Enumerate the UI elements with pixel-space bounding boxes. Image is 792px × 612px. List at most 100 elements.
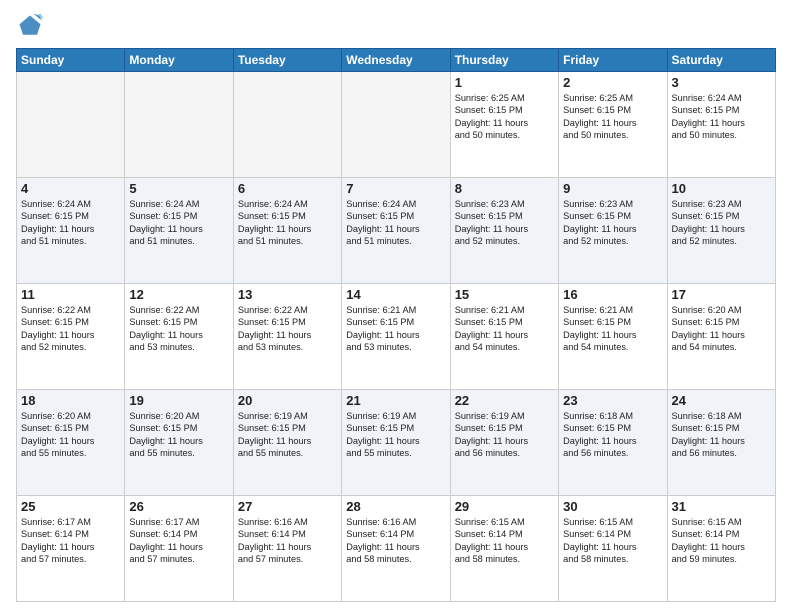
- calendar-day-header: Friday: [559, 49, 667, 72]
- cell-details: Sunrise: 6:15 AMSunset: 6:14 PMDaylight:…: [455, 516, 554, 566]
- calendar-cell: 27 Sunrise: 6:16 AMSunset: 6:14 PMDayligh…: [233, 496, 341, 602]
- calendar-cell: 26Sunrise: 6:17 AMSunset: 6:14 PMDayligh…: [125, 496, 233, 602]
- calendar-cell: 17 Sunrise: 6:20 AMSunset: 6:15 PMDayligh…: [667, 284, 775, 390]
- day-number: 25: [21, 499, 120, 514]
- calendar-day-header: Thursday: [450, 49, 558, 72]
- calendar-day-header: Saturday: [667, 49, 775, 72]
- day-number: 3: [672, 75, 771, 90]
- calendar-cell: 10 Sunrise: 6:23 AMSunset: 6:15 PMDayligh…: [667, 178, 775, 284]
- calendar-cell: 31 Sunrise: 6:15 AMSunset: 6:14 PMDayligh…: [667, 496, 775, 602]
- calendar-cell: [342, 72, 450, 178]
- calendar-cell: 9 Sunrise: 6:23 AMSunset: 6:15 PMDaylight…: [559, 178, 667, 284]
- day-number: 10: [672, 181, 771, 196]
- calendar-day-header: Wednesday: [342, 49, 450, 72]
- cell-details: Sunrise: 6:21 AMSunset: 6:15 PMDaylight:…: [455, 304, 554, 354]
- calendar-cell: 29 Sunrise: 6:15 AMSunset: 6:14 PMDayligh…: [450, 496, 558, 602]
- calendar-cell: 22 Sunrise: 6:19 AMSunset: 6:15 PMDayligh…: [450, 390, 558, 496]
- calendar-cell: 18 Sunrise: 6:20 AMSunset: 6:15 PMDayligh…: [17, 390, 125, 496]
- day-number: 21: [346, 393, 445, 408]
- calendar-cell: [17, 72, 125, 178]
- cell-details: Sunrise: 6:15 AMSunset: 6:14 PMDaylight:…: [672, 516, 771, 566]
- calendar-table: SundayMondayTuesdayWednesdayThursdayFrid…: [16, 48, 776, 602]
- calendar-cell: 23 Sunrise: 6:18 AMSunset: 6:15 PMDayligh…: [559, 390, 667, 496]
- calendar-cell: 8 Sunrise: 6:23 AMSunset: 6:15 PMDaylight…: [450, 178, 558, 284]
- calendar-header-row: SundayMondayTuesdayWednesdayThursdayFrid…: [17, 49, 776, 72]
- day-number: 20: [238, 393, 337, 408]
- day-number: 18: [21, 393, 120, 408]
- calendar-week-row: 11Sunrise: 6:22 AMSunset: 6:15 PMDayligh…: [17, 284, 776, 390]
- cell-details: Sunrise: 6:24 AMSunset: 6:15 PMDaylight:…: [129, 198, 228, 248]
- cell-details: Sunrise: 6:22 AMSunset: 6:15 PMDaylight:…: [21, 304, 120, 354]
- cell-details: Sunrise: 6:16 AMSunset: 6:14 PMDaylight:…: [238, 516, 337, 566]
- day-number: 13: [238, 287, 337, 302]
- calendar-day-header: Monday: [125, 49, 233, 72]
- cell-details: Sunrise: 6:19 AMSunset: 6:15 PMDaylight:…: [455, 410, 554, 460]
- cell-details: Sunrise: 6:25 AMSunset: 6:15 PMDaylight:…: [563, 92, 662, 142]
- day-number: 8: [455, 181, 554, 196]
- cell-details: Sunrise: 6:25 AMSunset: 6:15 PMDaylight:…: [455, 92, 554, 142]
- logo-icon: [16, 12, 44, 40]
- day-number: 23: [563, 393, 662, 408]
- cell-details: Sunrise: 6:23 AMSunset: 6:15 PMDaylight:…: [455, 198, 554, 248]
- calendar-cell: 1 Sunrise: 6:25 AMSunset: 6:15 PMDaylight…: [450, 72, 558, 178]
- calendar-cell: 4 Sunrise: 6:24 AMSunset: 6:15 PMDaylight…: [17, 178, 125, 284]
- day-number: 30: [563, 499, 662, 514]
- calendar-day-header: Sunday: [17, 49, 125, 72]
- day-number: 26: [129, 499, 228, 514]
- cell-details: Sunrise: 6:18 AMSunset: 6:15 PMDaylight:…: [563, 410, 662, 460]
- day-number: 29: [455, 499, 554, 514]
- calendar-cell: 30 Sunrise: 6:15 AMSunset: 6:14 PMDayligh…: [559, 496, 667, 602]
- day-number: 12: [129, 287, 228, 302]
- day-number: 6: [238, 181, 337, 196]
- calendar-cell: 12 Sunrise: 6:22 AMSunset: 6:15 PMDayligh…: [125, 284, 233, 390]
- cell-details: Sunrise: 6:18 AMSunset: 6:15 PMDaylight:…: [672, 410, 771, 460]
- day-number: 17: [672, 287, 771, 302]
- calendar-cell: 14 Sunrise: 6:21 AMSunset: 6:15 PMDayligh…: [342, 284, 450, 390]
- day-number: 7: [346, 181, 445, 196]
- calendar-cell: 3 Sunrise: 6:24 AMSunset: 6:15 PMDaylight…: [667, 72, 775, 178]
- day-number: 22: [455, 393, 554, 408]
- day-number: 28: [346, 499, 445, 514]
- day-number: 1: [455, 75, 554, 90]
- day-number: 4: [21, 181, 120, 196]
- calendar-cell: 15Sunrise: 6:21 AMSunset: 6:15 PMDayligh…: [450, 284, 558, 390]
- day-number: 16: [563, 287, 662, 302]
- calendar-cell: 25 Sunrise: 6:17 AMSunset: 6:14 PMDayligh…: [17, 496, 125, 602]
- calendar-week-row: 25 Sunrise: 6:17 AMSunset: 6:14 PMDayligh…: [17, 496, 776, 602]
- cell-details: Sunrise: 6:20 AMSunset: 6:15 PMDaylight:…: [129, 410, 228, 460]
- cell-details: Sunrise: 6:17 AMSunset: 6:14 PMDaylight:…: [21, 516, 120, 566]
- calendar-cell: 13 Sunrise: 6:22 AMSunset: 6:15 PMDayligh…: [233, 284, 341, 390]
- day-number: 19: [129, 393, 228, 408]
- calendar-cell: 21 Sunrise: 6:19 AMSunset: 6:15 PMDayligh…: [342, 390, 450, 496]
- calendar-cell: 11Sunrise: 6:22 AMSunset: 6:15 PMDayligh…: [17, 284, 125, 390]
- calendar-day-header: Tuesday: [233, 49, 341, 72]
- cell-details: Sunrise: 6:19 AMSunset: 6:15 PMDaylight:…: [346, 410, 445, 460]
- cell-details: Sunrise: 6:20 AMSunset: 6:15 PMDaylight:…: [21, 410, 120, 460]
- cell-details: Sunrise: 6:24 AMSunset: 6:15 PMDaylight:…: [21, 198, 120, 248]
- cell-details: Sunrise: 6:20 AMSunset: 6:15 PMDaylight:…: [672, 304, 771, 354]
- cell-details: Sunrise: 6:15 AMSunset: 6:14 PMDaylight:…: [563, 516, 662, 566]
- cell-details: Sunrise: 6:23 AMSunset: 6:15 PMDaylight:…: [672, 198, 771, 248]
- day-number: 2: [563, 75, 662, 90]
- calendar-cell: 6Sunrise: 6:24 AMSunset: 6:15 PMDaylight…: [233, 178, 341, 284]
- cell-details: Sunrise: 6:16 AMSunset: 6:14 PMDaylight:…: [346, 516, 445, 566]
- cell-details: Sunrise: 6:22 AMSunset: 6:15 PMDaylight:…: [238, 304, 337, 354]
- cell-details: Sunrise: 6:22 AMSunset: 6:15 PMDaylight:…: [129, 304, 228, 354]
- cell-details: Sunrise: 6:24 AMSunset: 6:15 PMDaylight:…: [672, 92, 771, 142]
- day-number: 27: [238, 499, 337, 514]
- cell-details: Sunrise: 6:21 AMSunset: 6:15 PMDaylight:…: [346, 304, 445, 354]
- calendar-cell: 19 Sunrise: 6:20 AMSunset: 6:15 PMDayligh…: [125, 390, 233, 496]
- calendar-cell: [125, 72, 233, 178]
- day-number: 14: [346, 287, 445, 302]
- cell-details: Sunrise: 6:23 AMSunset: 6:15 PMDaylight:…: [563, 198, 662, 248]
- day-number: 31: [672, 499, 771, 514]
- calendar-cell: 7Sunrise: 6:24 AMSunset: 6:15 PMDaylight…: [342, 178, 450, 284]
- calendar-cell: 2 Sunrise: 6:25 AMSunset: 6:15 PMDaylight…: [559, 72, 667, 178]
- calendar-cell: 16Sunrise: 6:21 AMSunset: 6:15 PMDayligh…: [559, 284, 667, 390]
- calendar-cell: [233, 72, 341, 178]
- day-number: 9: [563, 181, 662, 196]
- day-number: 5: [129, 181, 228, 196]
- cell-details: Sunrise: 6:19 AMSunset: 6:15 PMDaylight:…: [238, 410, 337, 460]
- calendar-week-row: 1 Sunrise: 6:25 AMSunset: 6:15 PMDaylight…: [17, 72, 776, 178]
- day-number: 24: [672, 393, 771, 408]
